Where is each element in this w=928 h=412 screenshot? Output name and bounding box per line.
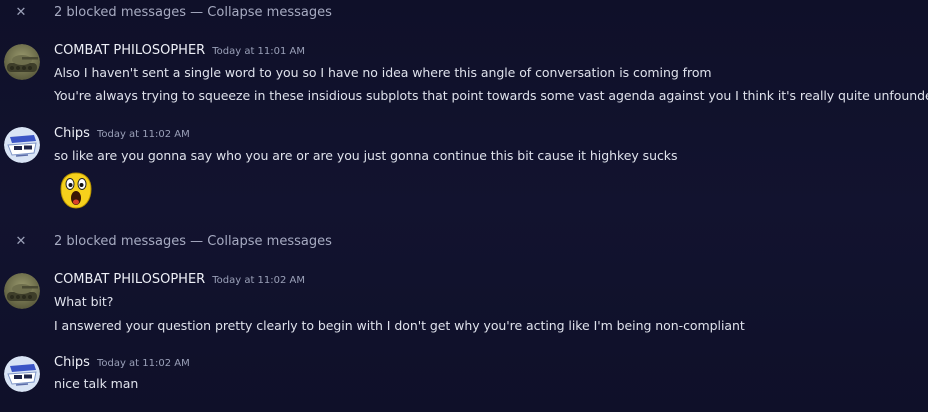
- close-icon[interactable]: ✕: [14, 234, 28, 249]
- message-text: so like are you gonna say who you are or…: [54, 148, 678, 163]
- message-text: I answered your question pretty clearly …: [54, 318, 745, 333]
- message-text: What bit?: [54, 294, 114, 309]
- timestamp: Today at 11:02 AM: [212, 275, 306, 286]
- emoji-graphic: [60, 172, 92, 209]
- blocked-messages-text: 2 blocked messages — Collapse messages: [54, 234, 332, 249]
- timestamp: Today at 11:01 AM: [212, 46, 306, 57]
- blocked-count: 2 blocked messages: [54, 233, 187, 249]
- screaming-yellow-face-icon[interactable]: [58, 170, 94, 209]
- timestamp: Today at 11:02 AM: [96, 358, 190, 369]
- avatar[interactable]: [4, 127, 40, 163]
- tank-avatar-icon: [4, 44, 40, 80]
- collapse-messages-link[interactable]: Collapse messages: [207, 5, 332, 20]
- avatar[interactable]: [4, 356, 40, 392]
- message-header: Chips Today at 11:02 AM: [54, 126, 190, 144]
- chips-avatar-icon: [4, 127, 40, 163]
- separator: —: [190, 4, 204, 20]
- chat-message-list: ✕ 2 blocked messages — Collapse messages: [0, 0, 928, 412]
- blocked-messages-text: 2 blocked messages — Collapse messages: [54, 5, 332, 20]
- message-header: COMBAT PHILOSOPHER Today at 11:01 AM: [54, 43, 305, 61]
- message-header: COMBAT PHILOSOPHER Today at 11:02 AM: [54, 272, 305, 290]
- separator: —: [190, 233, 204, 249]
- message-header: Chips Today at 11:02 AM: [54, 355, 190, 373]
- tank-avatar-icon: [4, 273, 40, 309]
- blocked-count: 2 blocked messages: [54, 4, 187, 20]
- username[interactable]: COMBAT PHILOSOPHER: [54, 43, 205, 58]
- message-text: nice talk man: [54, 376, 139, 391]
- username[interactable]: Chips: [54, 355, 90, 370]
- username[interactable]: Chips: [54, 126, 90, 141]
- collapse-messages-link[interactable]: Collapse messages: [207, 234, 332, 249]
- timestamp: Today at 11:02 AM: [96, 129, 190, 140]
- username[interactable]: COMBAT PHILOSOPHER: [54, 272, 205, 287]
- avatar[interactable]: [4, 273, 40, 309]
- close-icon[interactable]: ✕: [14, 5, 28, 20]
- avatar[interactable]: [4, 44, 40, 80]
- message-text: You're always trying to squeeze in these…: [54, 88, 928, 103]
- chips-avatar-icon: [4, 356, 40, 392]
- message-text: Also I haven't sent a single word to you…: [54, 65, 712, 80]
